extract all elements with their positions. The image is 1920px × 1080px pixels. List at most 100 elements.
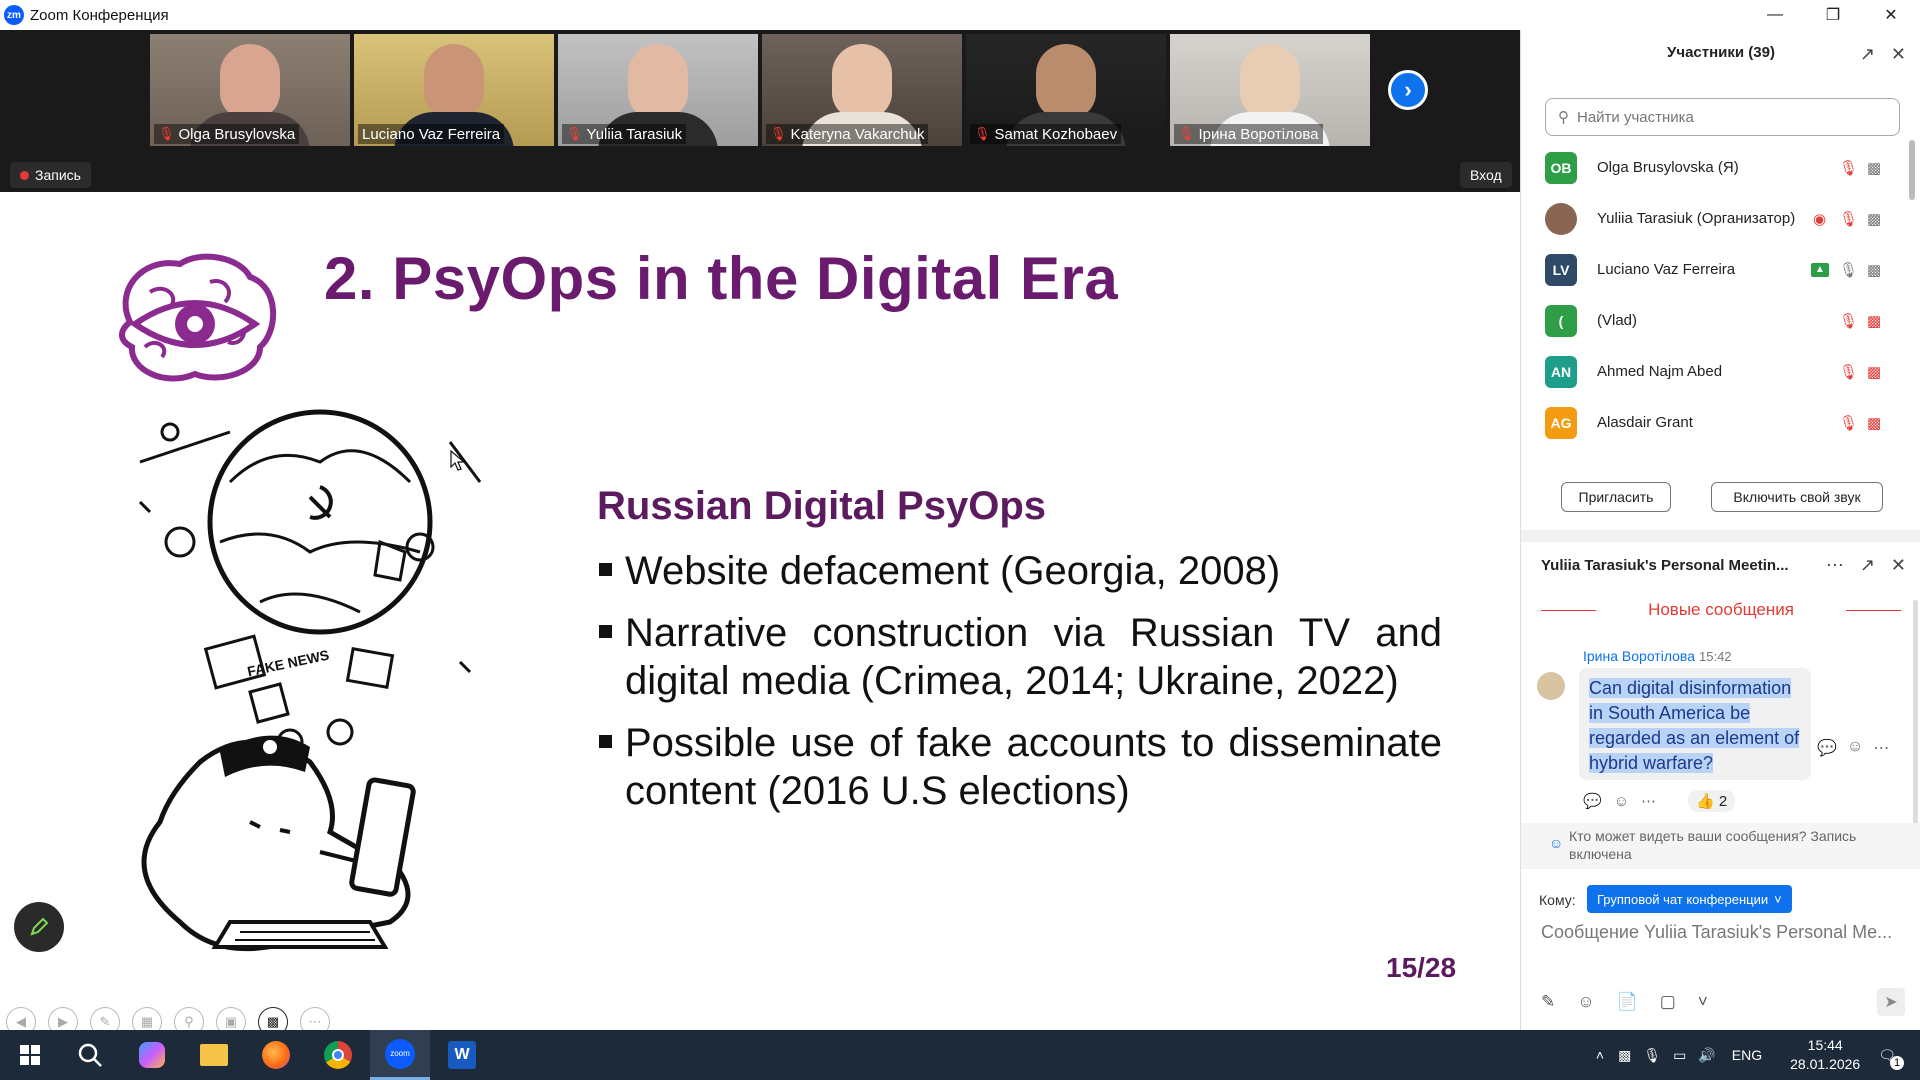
chat-scrollbar[interactable]	[1913, 600, 1918, 856]
emoji-icon[interactable]: ☺	[1577, 992, 1594, 1012]
sender-avatar	[1537, 672, 1565, 700]
video-tile[interactable]: 🎙 Olga Brusylovska	[150, 34, 350, 146]
tile-name: Samat Kozhobaev	[994, 125, 1118, 143]
video-tile[interactable]: 🎙 Kateryna Vakarchuk	[762, 34, 962, 146]
mic-muted-icon[interactable]: 🎙	[1839, 312, 1858, 330]
participant-search[interactable]: ⚲	[1545, 98, 1900, 136]
screenshot-icon[interactable]: ▢	[1660, 992, 1676, 1012]
chevron-down-icon[interactable]: ˅	[1698, 992, 1708, 1012]
zoom-taskbar-icon[interactable]: zoom	[370, 1030, 430, 1080]
video-strip: 🎙 Olga Brusylovska Luciano Vaz Ferreira 🎙…	[0, 30, 1520, 162]
close-chat-icon[interactable]: ✕	[1891, 555, 1906, 576]
avatar: AG	[1545, 406, 1577, 439]
avatar: LV	[1545, 253, 1577, 286]
mic-muted-icon[interactable]: 🎙	[1839, 159, 1858, 177]
mic-icon[interactable]: 🎙	[1643, 1047, 1661, 1064]
mic-muted-icon[interactable]: 🎙	[1839, 363, 1858, 381]
shared-slide: 2. PsyOps in the Digital Era FAKE NEWS R…	[0, 192, 1520, 1047]
annotate-pen-button[interactable]	[14, 902, 64, 952]
recording-badge[interactable]: Запись	[10, 162, 91, 188]
slide-page-number: 15/28	[1386, 952, 1457, 983]
person-info-icon: ☺	[1549, 835, 1564, 851]
mic-muted-icon: 🎙	[974, 126, 991, 141]
file-explorer-icon[interactable]	[184, 1030, 244, 1080]
notifications-icon[interactable]: 🗨 1	[1878, 1047, 1904, 1070]
search-icon[interactable]	[60, 1030, 120, 1080]
participant-row[interactable]: OB Olga Brusylovska (Я) 🎙 ▩	[1521, 142, 1911, 193]
video-tile[interactable]: 🎙 Ірина Воротілова	[1170, 34, 1370, 146]
system-tray: ˄ ▩ 🎙 ▭ 🔊 ENG 15:44 28.01.2026 🗨 1	[1588, 1030, 1920, 1080]
more-options-icon[interactable]: ⋯	[1641, 792, 1656, 810]
participant-row[interactable]: Yuliia Tarasiuk (Организатор) ◉ 🎙 ▩	[1521, 193, 1911, 244]
avatar: AN	[1545, 355, 1577, 388]
mic-icon[interactable]: 🎙	[1839, 261, 1858, 279]
video-tile-active-speaker[interactable]: Luciano Vaz Ferreira	[354, 34, 554, 146]
enter-button[interactable]: Вход	[1460, 162, 1512, 188]
popout-icon[interactable]: ↗	[1860, 44, 1875, 65]
minimize-button[interactable]: —	[1746, 0, 1804, 30]
copilot-icon[interactable]	[122, 1030, 182, 1080]
more-options-icon[interactable]: ⋯	[1873, 738, 1889, 758]
reply-icon[interactable]: 💬	[1583, 792, 1602, 810]
panel-divider	[1521, 530, 1920, 542]
add-reaction-icon[interactable]: ☺	[1614, 793, 1629, 810]
format-icon[interactable]: ✎	[1541, 992, 1555, 1012]
close-panel-icon[interactable]: ✕	[1891, 44, 1906, 65]
send-button[interactable]: ➤	[1877, 988, 1905, 1016]
restore-button[interactable]: ❐	[1804, 0, 1862, 30]
pencil-icon	[30, 917, 49, 936]
chat-visibility-info[interactable]: ☺ Кто может видеть ваши сообщения? Запис…	[1521, 823, 1920, 869]
word-icon[interactable]: W	[432, 1030, 492, 1080]
camera-icon[interactable]: ▩	[1618, 1047, 1631, 1064]
participant-row[interactable]: LV Luciano Vaz Ferreira ▲ 🎙 ▩	[1521, 244, 1911, 295]
chat-message-input[interactable]: Сообщение Yuliia Tarasiuk's Personal Me.…	[1541, 922, 1911, 943]
side-panel: Участники (39) ↗ ✕ ⚲ OB Olga Brusylovska…	[1520, 30, 1920, 1030]
camera-off-icon[interactable]: ▩	[1867, 414, 1881, 432]
windows-logo-icon	[20, 1045, 40, 1065]
slide-bullet: Possible use of fake accounts to dissemi…	[597, 719, 1442, 815]
mic-muted-icon[interactable]: 🎙	[1839, 414, 1858, 432]
mic-muted-icon: 🎙	[1178, 126, 1195, 141]
camera-off-icon[interactable]: ▩	[1867, 312, 1881, 330]
camera-icon[interactable]: ▩	[1867, 159, 1881, 177]
next-page-button[interactable]: ›	[1388, 70, 1428, 110]
chevron-down-icon: ˅	[1774, 891, 1782, 907]
camera-off-icon[interactable]: ▩	[1867, 363, 1881, 381]
more-options-icon[interactable]: ⋯	[1826, 555, 1844, 576]
chat-toolbar: ✎ ☺ 📄 ▢ ˅	[1541, 992, 1708, 1012]
unmute-self-button[interactable]: Включить свой звук	[1711, 482, 1883, 512]
camera-icon[interactable]: ▩	[1867, 261, 1881, 279]
message-bubble[interactable]: Can digital disinformation in South Amer…	[1579, 668, 1811, 780]
participant-name: Olga Brusylovska (Я)	[1597, 159, 1739, 176]
firefox-icon[interactable]	[246, 1030, 306, 1080]
chevron-up-icon[interactable]: ˄	[1596, 1047, 1604, 1063]
tile-name: Ірина Воротілова	[1198, 125, 1319, 143]
participant-name: Alasdair Grant	[1597, 414, 1693, 431]
add-reaction-icon[interactable]: ☺	[1847, 738, 1863, 758]
participant-scrollbar[interactable]	[1909, 140, 1915, 200]
avatar	[1545, 202, 1577, 235]
camera-icon[interactable]: ▩	[1867, 210, 1881, 228]
participant-name: (Vlad)	[1597, 312, 1638, 329]
video-tile[interactable]: 🎙 Samat Kozhobaev	[966, 34, 1166, 146]
language-indicator[interactable]: ENG	[1732, 1047, 1762, 1063]
volume-icon[interactable]: 🔊	[1698, 1047, 1715, 1064]
participant-row[interactable]: AG Alasdair Grant 🎙 ▩	[1521, 397, 1911, 448]
close-window-button[interactable]: ✕	[1862, 0, 1920, 30]
like-reaction-badge[interactable]: 👍 2	[1688, 790, 1736, 812]
participant-row[interactable]: AN Ahmed Najm Abed 🎙 ▩	[1521, 346, 1911, 397]
recipient-dropdown[interactable]: Групповой чат конференции ˅	[1587, 885, 1792, 913]
invite-button[interactable]: Пригласить	[1561, 482, 1671, 512]
battery-icon[interactable]: ▭	[1673, 1047, 1686, 1064]
reply-icon[interactable]: 💬	[1817, 738, 1837, 758]
chrome-icon[interactable]	[308, 1030, 368, 1080]
participant-row[interactable]: ( (Vlad) 🎙 ▩	[1521, 295, 1911, 346]
popout-icon[interactable]: ↗	[1860, 555, 1875, 576]
visibility-note: Кто может видеть ваши сообщения? Запись …	[1569, 828, 1857, 862]
video-tile[interactable]: 🎙 Yuliia Tarasiuk	[558, 34, 758, 146]
start-button[interactable]	[0, 1030, 60, 1080]
mic-muted-icon[interactable]: 🎙	[1839, 210, 1858, 228]
file-icon[interactable]: 📄	[1617, 992, 1638, 1012]
participant-search-input[interactable]	[1575, 107, 1875, 127]
clock[interactable]: 15:44 28.01.2026	[1790, 1036, 1860, 1074]
